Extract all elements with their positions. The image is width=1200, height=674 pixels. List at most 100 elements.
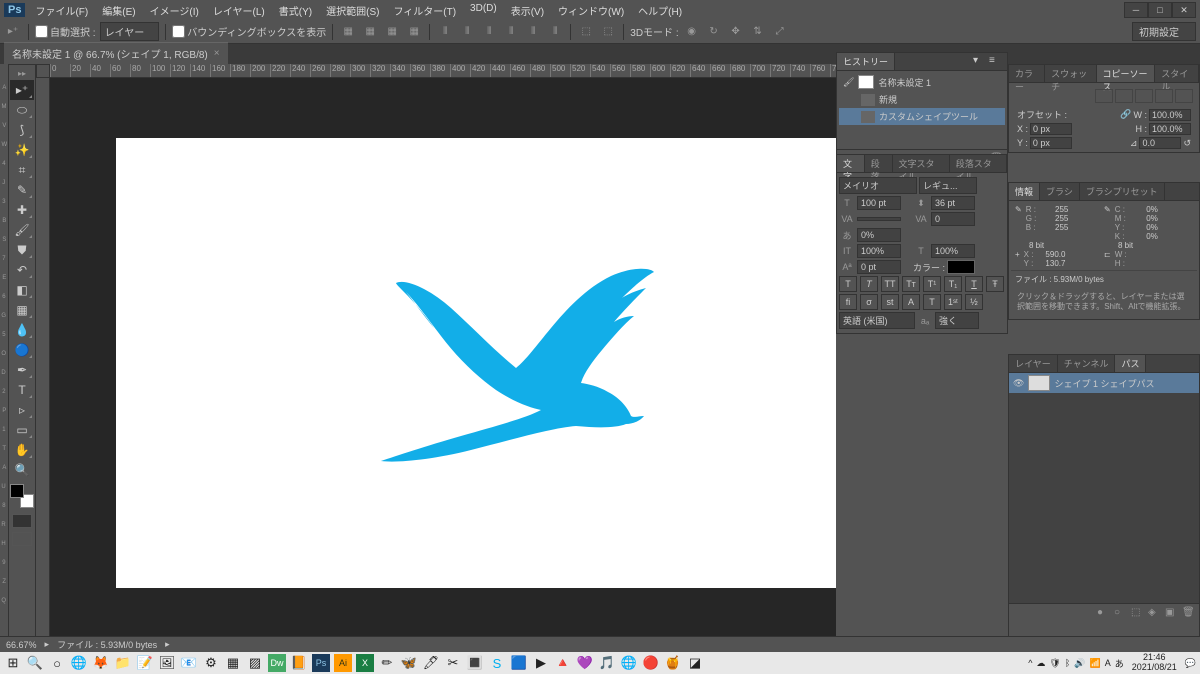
bbox-checkbox[interactable]: バウンディングボックスを表示 xyxy=(172,24,326,39)
bold-button[interactable]: T xyxy=(839,276,857,292)
distribute-icon[interactable]: ⫴ xyxy=(546,23,564,41)
font-size-input[interactable]: 100 pt xyxy=(857,196,901,210)
frac-button[interactable]: ½ xyxy=(965,294,983,310)
clock[interactable]: 21:462021/08/21 xyxy=(1128,653,1181,673)
distribute-icon[interactable]: ⫴ xyxy=(436,23,454,41)
eraser-tool[interactable]: ◧ xyxy=(10,280,34,300)
vlc-icon[interactable]: 🔺 xyxy=(554,654,572,672)
style-dropdown[interactable]: レギュ... xyxy=(919,177,977,194)
menu-select[interactable]: 選択範囲(S) xyxy=(320,1,385,20)
app-icon[interactable]: 🖊 xyxy=(422,654,440,672)
y-input[interactable]: 0 px xyxy=(1030,137,1072,149)
paths-tab[interactable]: パス xyxy=(1115,355,1146,372)
app-icon[interactable]: 🌐 xyxy=(620,654,638,672)
skype-icon[interactable]: S xyxy=(488,654,506,672)
parastyle-tab[interactable]: 段落スタイル xyxy=(950,155,1007,172)
hscale-input[interactable]: 100% xyxy=(931,244,975,258)
3d-icon[interactable]: ⇅ xyxy=(749,23,767,41)
notepad-icon[interactable]: 📝 xyxy=(136,654,154,672)
close-tab-icon[interactable]: × xyxy=(214,48,220,59)
brush-tool[interactable]: 🖌 xyxy=(10,220,34,240)
settings-icon[interactable]: ⚙ xyxy=(202,654,220,672)
3d-icon[interactable]: ◉ xyxy=(683,23,701,41)
fi-button[interactable]: fi xyxy=(839,294,857,310)
zoom-level[interactable]: 66.67% xyxy=(6,640,37,650)
h-input[interactable]: 100.0% xyxy=(1149,123,1191,135)
notification-icon[interactable]: 💬 xyxy=(1185,658,1196,669)
menu-filter[interactable]: フィルター(T) xyxy=(387,1,462,20)
app-icon[interactable]: 🍯 xyxy=(664,654,682,672)
photos-icon[interactable]: 🖼 xyxy=(158,654,176,672)
gradient-tool[interactable]: ▦ xyxy=(10,300,34,320)
align-icon[interactable]: ▦ xyxy=(361,23,379,41)
search-icon[interactable]: 🔍 xyxy=(26,654,44,672)
trash-icon[interactable]: 🗑 xyxy=(1182,607,1196,619)
app-icon[interactable]: 🟦 xyxy=(510,654,528,672)
history-brush-tool[interactable]: ↶ xyxy=(10,260,34,280)
record-icon[interactable]: 🔴 xyxy=(642,654,660,672)
info-tab[interactable]: 情報 xyxy=(1009,183,1040,200)
link-icon[interactable]: 🔗 xyxy=(1120,109,1131,120)
crop-tool[interactable]: ⌗ xyxy=(10,160,34,180)
char-tab[interactable]: 文字 xyxy=(837,155,865,172)
app-icon[interactable]: ✏ xyxy=(378,654,396,672)
preset-tab[interactable]: ブラシプリセット xyxy=(1080,183,1165,200)
text-color-swatch[interactable] xyxy=(947,260,975,274)
aa-dropdown[interactable]: 強く xyxy=(935,312,979,329)
document-tab[interactable]: 名称未設定 1 @ 66.7% (シェイプ 1, RGB/8) × xyxy=(4,42,228,64)
menu-view[interactable]: 表示(V) xyxy=(505,1,550,20)
app-icon[interactable]: 📙 xyxy=(290,654,308,672)
lang-dropdown[interactable]: 英語 (米国) xyxy=(839,312,915,329)
para-tab[interactable]: 段落 xyxy=(865,155,893,172)
quickmask-button[interactable] xyxy=(12,514,32,528)
tray-up-icon[interactable]: ^ xyxy=(1028,658,1032,668)
explorer-icon[interactable]: 📁 xyxy=(114,654,132,672)
outlook-icon[interactable]: 📧 xyxy=(180,654,198,672)
subscript-button[interactable]: T₁ xyxy=(944,276,962,292)
distribute-icon[interactable]: ⫴ xyxy=(480,23,498,41)
styles-tab[interactable]: スタイル xyxy=(1155,65,1199,82)
auto-select-dropdown[interactable]: レイヤー xyxy=(100,22,160,41)
illustrator-icon[interactable]: Ai xyxy=(334,654,352,672)
menu-3d[interactable]: 3D(D) xyxy=(464,1,503,20)
color-tab[interactable]: カラー xyxy=(1009,65,1045,82)
healing-tool[interactable]: ✚ xyxy=(10,200,34,220)
history-step[interactable]: カスタムシェイプツール xyxy=(839,108,1005,125)
zoom-tool[interactable]: 🔍 xyxy=(10,460,34,480)
italic-button[interactable]: T xyxy=(860,276,878,292)
document-canvas[interactable] xyxy=(116,138,836,588)
tracking-input[interactable]: 0 xyxy=(931,212,975,226)
ime-icon[interactable]: A xyxy=(1105,658,1111,668)
dreamweaver-icon[interactable]: Dw xyxy=(268,654,286,672)
menu-help[interactable]: ヘルプ(H) xyxy=(632,1,688,20)
clone-src-icon[interactable] xyxy=(1155,89,1173,103)
app-icon[interactable]: 🔳 xyxy=(466,654,484,672)
canvas-area[interactable]: 0204060801001201401601802002202402602803… xyxy=(36,64,836,652)
baseline-input[interactable]: 0 pt xyxy=(857,260,901,274)
allcaps-button[interactable]: TT xyxy=(881,276,899,292)
move-tool[interactable]: ▸⁺ xyxy=(10,80,34,100)
mask-icon[interactable]: ◈ xyxy=(1148,607,1162,619)
volume-icon[interactable]: 🔊 xyxy=(1074,658,1085,669)
menu-edit[interactable]: 編集(E) xyxy=(96,1,141,20)
align-icon[interactable]: ▦ xyxy=(339,23,357,41)
security-icon[interactable]: 🛡 xyxy=(1049,658,1060,669)
strike-button[interactable]: Ŧ xyxy=(986,276,1004,292)
3d-icon[interactable]: ⤢ xyxy=(771,23,789,41)
brush-tab[interactable]: ブラシ xyxy=(1040,183,1080,200)
swatches-tab[interactable]: スウォッチ xyxy=(1045,65,1096,82)
font-dropdown[interactable]: メイリオ xyxy=(839,177,917,194)
3d-icon[interactable]: ↻ xyxy=(705,23,723,41)
color-swatches[interactable] xyxy=(10,484,34,508)
path-select-tool[interactable]: ▹ xyxy=(10,400,34,420)
app-icon[interactable]: 🦋 xyxy=(400,654,418,672)
fg-color-swatch[interactable] xyxy=(10,484,24,498)
distribute-icon[interactable]: ⫴ xyxy=(458,23,476,41)
type-tool[interactable]: T xyxy=(10,380,34,400)
ord-button[interactable]: A xyxy=(902,294,920,310)
superscript-button[interactable]: T¹ xyxy=(923,276,941,292)
lasso-tool[interactable]: ⟆ xyxy=(10,120,34,140)
clone-src-icon[interactable] xyxy=(1095,89,1113,103)
blur-tool[interactable]: 💧 xyxy=(10,320,34,340)
leading-input[interactable]: 36 pt xyxy=(931,196,975,210)
